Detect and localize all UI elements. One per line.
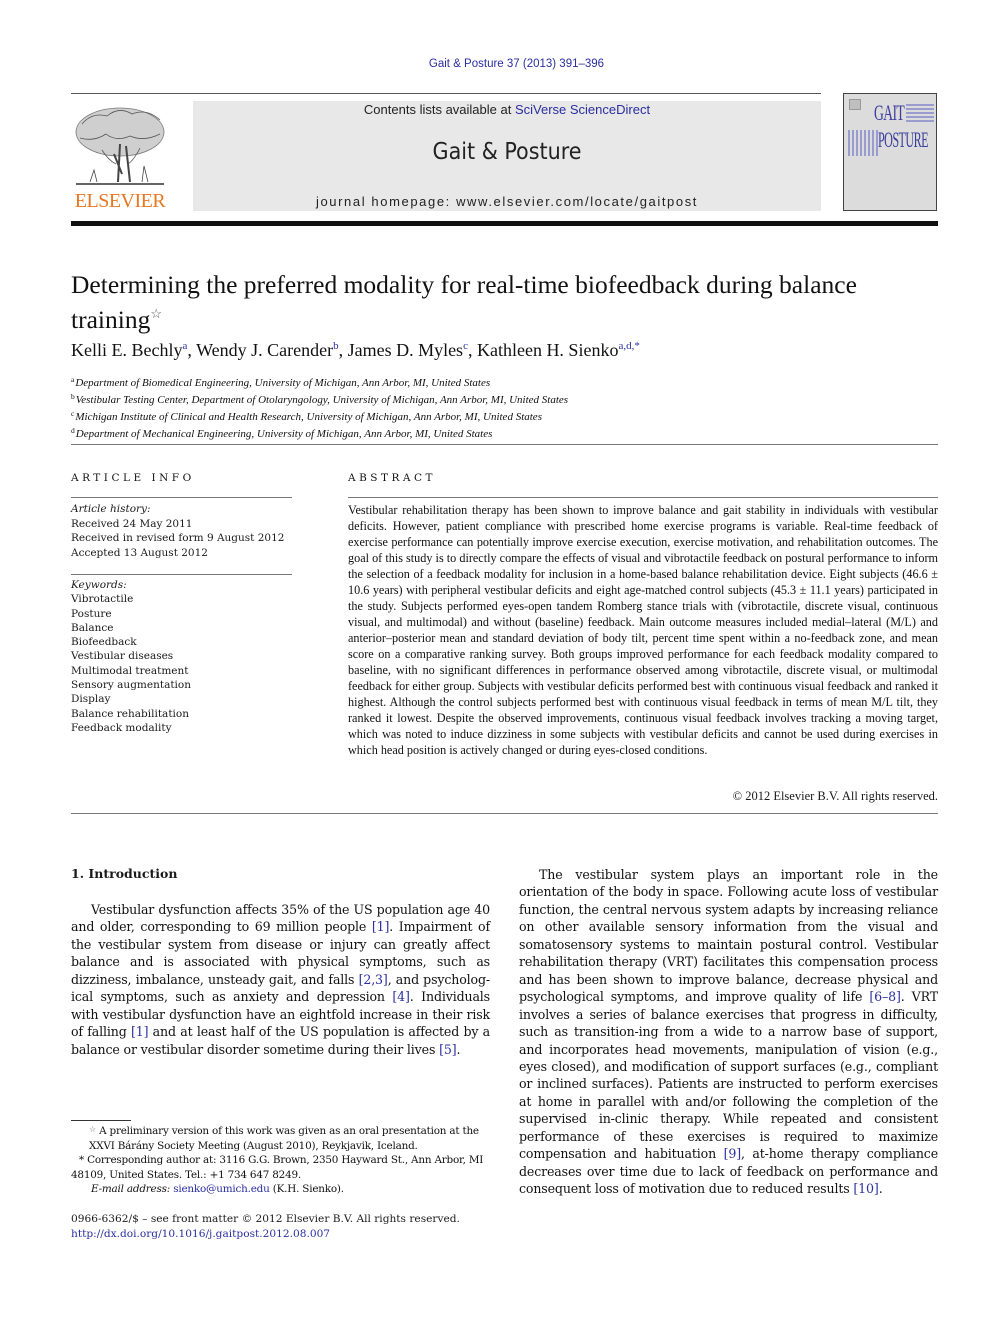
doi-link[interactable]: http://dx.doi.org/10.1016/j.gaitpost.201… xyxy=(71,1228,330,1240)
author-list: Kelli E. Bechlya, Wendy J. Carenderb, Ja… xyxy=(71,340,640,361)
journal-masthead: Contents lists available at SciVerse Sci… xyxy=(193,101,821,211)
affiliation-text: Department of Biomedical Engineering, Un… xyxy=(75,377,491,389)
abstract-copyright: © 2012 Elsevier B.V. All rights reserved… xyxy=(732,789,938,803)
cover-badge-icon xyxy=(849,99,861,110)
abstract-rule xyxy=(348,497,938,498)
author-separator: , xyxy=(187,340,197,360)
keyword: Balance xyxy=(71,621,114,634)
author-name: Wendy J. Carender xyxy=(196,340,334,360)
journal-homepage-link[interactable]: journal homepage: www.elsevier.com/locat… xyxy=(193,194,821,209)
title-footnote-mark[interactable]: ☆ xyxy=(150,306,162,321)
keyword-list: Keywords: Vibrotactile Posture Balance Biof… xyxy=(71,578,191,735)
footnotes: ☆ A preliminary version of this work was… xyxy=(71,1123,490,1197)
author-name: James D. Myles xyxy=(347,340,464,360)
corresponding-mark: * xyxy=(79,1154,84,1166)
body-text: . xyxy=(456,1041,461,1057)
abstract-heading: ABSTRACT xyxy=(348,472,437,484)
legal-block: 0966-6362/$ – see front matter © 2012 El… xyxy=(71,1212,460,1242)
affiliation-text: Michigan Institute of Clinical and Healt… xyxy=(75,411,542,423)
citation-link[interactable]: [1] xyxy=(131,1024,149,1039)
article-history-label: Article history: xyxy=(71,503,151,515)
issn-line: 0966-6362/$ – see front matter © 2012 El… xyxy=(71,1213,460,1225)
keyword: Posture xyxy=(71,607,112,620)
article-title-text: Determining the preferred modality for r… xyxy=(71,270,857,334)
article-title: Determining the preferred modality for r… xyxy=(71,270,941,334)
section-heading-introduction: 1. Introduction xyxy=(71,866,178,881)
email-suffix: (K.H. Sienko). xyxy=(269,1183,344,1195)
footnote-star: ☆ A preliminary version of this work was… xyxy=(71,1123,490,1153)
citation-link[interactable]: [6–8] xyxy=(869,989,901,1004)
keyword: Feedback modality xyxy=(71,721,172,734)
affiliation: cMichigan Institute of Clinical and Heal… xyxy=(71,407,568,424)
cover-stripes-icon xyxy=(906,104,934,122)
citation-link[interactable]: [5] xyxy=(439,1042,457,1057)
author-name: Kelli E. Bechly xyxy=(71,340,183,360)
footnote-email: E-mail address: sienko@umich.edu (K.H. S… xyxy=(71,1182,490,1197)
keyword: Display xyxy=(71,693,111,706)
keyword: Multimodal treatment xyxy=(71,664,189,677)
affiliation: aDepartment of Biomedical Engineering, U… xyxy=(71,373,568,390)
footnote-star-text: A preliminary version of this work was g… xyxy=(89,1125,479,1152)
cover-barcode-icon xyxy=(848,130,878,156)
elsevier-wordmark: ELSEVIER xyxy=(74,190,166,212)
affiliation: dDepartment of Mechanical Engineering, U… xyxy=(71,424,568,441)
affiliation-mark: a xyxy=(71,375,75,384)
keyword: Sensory augmentation xyxy=(71,679,191,692)
citation-link[interactable]: [4] xyxy=(392,989,410,1004)
keyword: Biofeedback xyxy=(71,636,137,649)
abstract-text: Vestibular rehabilitation therapy has be… xyxy=(348,503,938,757)
affiliation-mark: c xyxy=(71,409,75,418)
elsevier-logo[interactable]: ELSEVIER xyxy=(68,100,172,212)
keyword: Vestibular diseases xyxy=(71,650,174,663)
article-info-rule xyxy=(71,497,292,498)
contents-prefix: Contents lists available at xyxy=(363,102,515,117)
body-text: . xyxy=(878,1181,883,1197)
affiliation-list: aDepartment of Biomedical Engineering, U… xyxy=(71,373,568,441)
citation-link[interactable]: [9] xyxy=(724,1146,742,1161)
corresponding-text: Corresponding author at: 3116 G.G. Brown… xyxy=(71,1154,484,1181)
affiliation: bVestibular Testing Center, Department o… xyxy=(71,390,568,407)
citation-link[interactable]: [10] xyxy=(853,1181,878,1196)
body-text: The vestibular system plays an important… xyxy=(519,867,938,1005)
author-separator: , xyxy=(467,340,477,360)
author-affiliation-mark[interactable]: a,d,* xyxy=(618,340,639,352)
footnote-corresponding: * Corresponding author at: 3116 G.G. Bro… xyxy=(71,1153,490,1182)
contents-line: Contents lists available at SciVerse Sci… xyxy=(193,102,821,117)
section-rule xyxy=(71,444,938,445)
abstract-bottom-rule xyxy=(71,813,938,814)
author-name: Kathleen H. Sienko xyxy=(476,340,619,360)
intro-paragraph-left: Vestibular dysfunction affects 35% of th… xyxy=(71,901,490,1058)
journal-citation-link[interactable]: Gait & Posture 37 (2013) 391–396 xyxy=(0,58,992,70)
article-info-heading: ARTICLE INFO xyxy=(71,472,195,484)
journal-cover-thumbnail[interactable]: GAIT POSTURE xyxy=(843,93,937,211)
affiliation-mark: b xyxy=(71,392,75,401)
sciencedirect-link[interactable]: SciVerse ScienceDirect xyxy=(515,102,650,117)
body-text: . VRT involves a series of balance exerc… xyxy=(519,989,938,1162)
keyword: Balance rehabilitation xyxy=(71,707,189,720)
elsevier-tree-icon xyxy=(75,107,165,185)
affiliation-text: Vestibular Testing Center, Department of… xyxy=(75,394,569,406)
email-label: E-mail address: xyxy=(91,1183,171,1195)
affiliation-mark: d xyxy=(71,426,75,435)
history-entry: Received in revised form 9 August 2012 xyxy=(71,532,285,544)
keywords-label: Keywords: xyxy=(71,579,127,591)
history-entry: Accepted 13 August 2012 xyxy=(71,546,208,559)
email-link[interactable]: sienko@umich.edu xyxy=(173,1183,270,1195)
journal-title: Gait & Posture xyxy=(432,139,582,165)
cover-title-posture: POSTURE xyxy=(878,127,928,152)
author-separator: , xyxy=(338,340,348,360)
article-history: Article history: Received 24 May 2011 Re… xyxy=(71,502,284,560)
footnote-star-mark: ☆ xyxy=(89,1125,96,1134)
history-entry: Received 24 May 2011 xyxy=(71,517,193,530)
footnote-rule xyxy=(71,1120,131,1121)
affiliation-text: Department of Mechanical Engineering, Un… xyxy=(75,428,493,440)
header-thick-rule xyxy=(71,221,938,226)
header-rule xyxy=(71,93,821,94)
cover-title-gait: GAIT xyxy=(874,100,905,125)
citation-link[interactable]: [2,3] xyxy=(359,972,388,987)
citation-link[interactable]: [1] xyxy=(372,919,390,934)
intro-paragraph-right: The vestibular system plays an important… xyxy=(519,866,938,1198)
keyword: Vibrotactile xyxy=(71,593,134,606)
keywords-rule xyxy=(71,574,292,575)
